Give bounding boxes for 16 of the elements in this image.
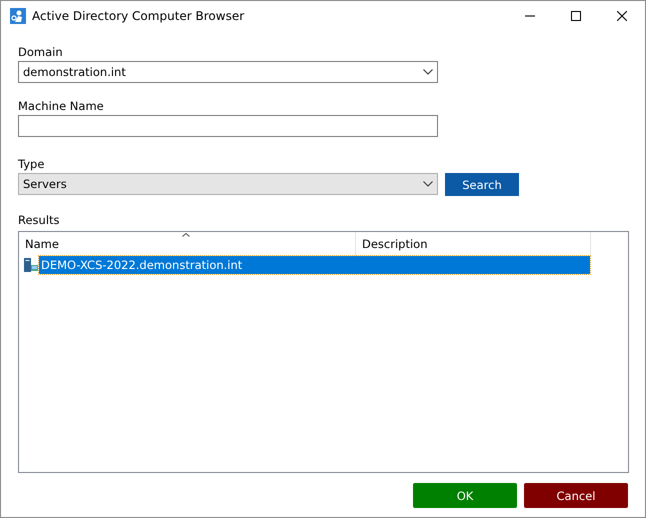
results-label: Results: [18, 213, 61, 227]
chevron-icon: [423, 181, 433, 187]
app-icon: [10, 8, 26, 24]
type-dropdown[interactable]: Servers: [18, 173, 438, 195]
search-button[interactable]: Search: [445, 173, 519, 196]
chevron-icon: [423, 69, 433, 75]
ok-button[interactable]: OK: [413, 483, 517, 508]
machine-name-label: Machine Name: [18, 99, 105, 113]
type-label: Type: [18, 157, 46, 171]
domain-label: Domain: [18, 45, 64, 59]
machine-name-field[interactable]: [18, 115, 438, 137]
result-row[interactable]: DEMO-XCS-2022.demonstration.int: [39, 256, 590, 274]
server-icon: [23, 257, 39, 273]
cancel-button[interactable]: Cancel: [524, 483, 628, 508]
domain-dropdown[interactable]: demonstration.int: [18, 61, 438, 83]
window-title: Active Directory Computer Browser: [32, 9, 244, 23]
